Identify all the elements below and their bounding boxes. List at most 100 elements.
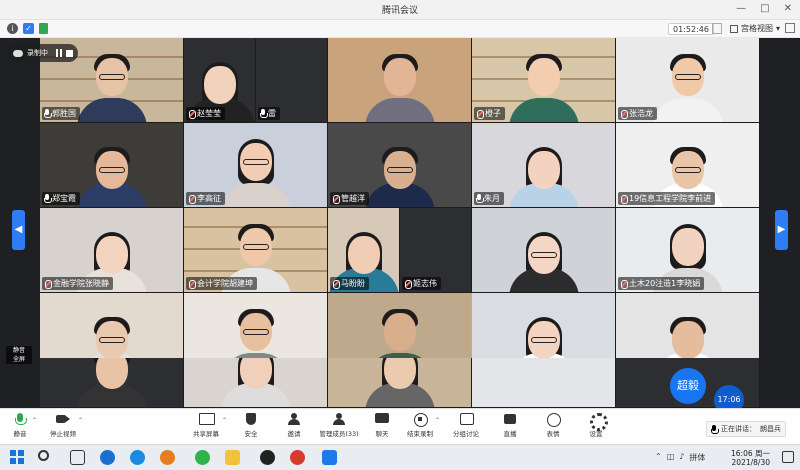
info-icon[interactable]: i (7, 23, 18, 34)
participant-tile[interactable]: 李高征 (184, 123, 328, 208)
participant-tile[interactable]: 管越洋 (328, 123, 472, 208)
quick-full-label[interactable]: 全屏 (6, 355, 32, 364)
recording-badge[interactable]: 录制中 (8, 44, 78, 62)
app-icon-1[interactable] (100, 450, 115, 465)
recording-label: 录制中 (27, 49, 48, 57)
video-options-icon[interactable]: ⌃ (78, 417, 83, 424)
tencent-meeting-icon[interactable] (322, 450, 337, 465)
participant-tile[interactable] (40, 358, 184, 408)
participant-avatar-bubble[interactable]: 超毅 (670, 368, 706, 404)
mic-muted-icon (44, 279, 52, 289)
participant-tile[interactable]: 会计学院胡建坤 (184, 208, 328, 293)
end-record-button[interactable]: 结束录制 (400, 413, 440, 438)
quick-controls[interactable]: 静音 全屏 (6, 346, 32, 364)
participant-tile[interactable] (184, 358, 328, 408)
screen-share-icon (199, 413, 215, 425)
close-button[interactable]: ✕ (784, 3, 792, 14)
invite-button[interactable]: 邀请 (274, 413, 314, 438)
app-icon-2[interactable] (160, 450, 175, 465)
qq-icon[interactable] (260, 450, 275, 465)
chat-button[interactable]: 聊天 (362, 413, 402, 438)
clock[interactable]: 16:06 周一 2021/8/30 (731, 449, 770, 467)
participant-tile[interactable] (328, 38, 472, 123)
mic-muted-icon (620, 194, 628, 204)
fullscreen-icon[interactable] (785, 23, 795, 33)
live-button[interactable]: 直播 (490, 413, 530, 438)
participant-tile[interactable]: 姬志伟 (400, 208, 472, 293)
input-method-label[interactable]: 拼体 (689, 452, 705, 463)
participant-name: 郭胜国 (52, 109, 76, 118)
folder-icon[interactable] (225, 450, 240, 465)
speaking-mic-icon (711, 424, 719, 434)
participant-tile[interactable]: 张浩龙 (616, 38, 760, 123)
minimize-button[interactable]: — (736, 3, 746, 14)
manage-members-button[interactable]: 管理成员(33) (314, 413, 364, 438)
task-view-icon[interactable] (70, 450, 85, 465)
participant-name: 李高征 (197, 194, 221, 203)
share-options-icon[interactable]: ⌃ (222, 417, 227, 424)
participant-nameplate: 19信息工程学院李前进 (618, 192, 716, 205)
participant-video (508, 52, 579, 122)
participant-tile[interactable]: 金融学院张晓静 (40, 208, 184, 293)
participant-tile[interactable]: 雷 (256, 38, 328, 123)
participant-tile[interactable]: 赵莹莹 (184, 38, 256, 123)
wechat-icon[interactable] (195, 450, 210, 465)
layout-switch-button[interactable]: 宫格视图 ▾ (730, 23, 780, 34)
search-icon[interactable] (38, 450, 49, 461)
participant-tile[interactable]: 19信息工程学院李前进 (616, 123, 760, 208)
participant-name: 管越洋 (341, 194, 365, 203)
participant-tile[interactable] (472, 208, 616, 293)
mic-muted-icon (620, 279, 628, 289)
self-view-bubble[interactable]: 17:06 (714, 385, 744, 408)
share-screen-button[interactable]: 共享屏幕 (186, 413, 226, 438)
expand-icon[interactable] (712, 23, 722, 34)
reactions-button[interactable]: 表情 (533, 413, 573, 438)
app-icon-3[interactable] (290, 450, 305, 465)
shield-icon[interactable]: ✓ (23, 23, 34, 34)
participant-tile[interactable]: 郑宝霞 (40, 123, 184, 208)
edge-icon[interactable] (130, 450, 145, 465)
security-label: 安全 (244, 430, 258, 438)
notification-icon[interactable] (782, 451, 794, 463)
start-button[interactable] (10, 450, 25, 465)
participant-tile[interactable]: 土木20注造1李晓娟 (616, 208, 760, 293)
share-screen-label: 共享屏幕 (193, 430, 219, 438)
security-button[interactable]: 安全 (231, 413, 271, 438)
mic-muted-icon (188, 194, 196, 204)
speaking-name: 朗昌兵 (760, 425, 781, 433)
window-controls: — □ ✕ (736, 3, 792, 14)
record-options-icon[interactable]: ⌃ (435, 417, 440, 424)
participant-nameplate: 土木20注造1李晓娟 (618, 277, 705, 290)
participant-video (220, 137, 291, 207)
video-grid: 郭胜国 赵莹莹 雷 橙子 张浩龙郑宝霞 李高征 管越洋 朱月 19信息工程学院李前进金融学院张晓… (0, 38, 800, 408)
meeting-toolbar: 静音 ⌃ 停止视频 ⌃ 共享屏幕 ⌃ 安全 邀请 管理成员(33) 聊天 结束录… (0, 408, 800, 444)
quick-mute-label[interactable]: 静音 (6, 346, 32, 355)
participant-tile[interactable] (328, 358, 472, 408)
maximize-button[interactable]: □ (760, 3, 769, 14)
participant-name: 会计学院胡建坤 (197, 279, 253, 288)
video-background (472, 358, 615, 407)
microphone-icon (476, 194, 484, 203)
settings-button[interactable]: 设置 (576, 413, 616, 438)
stop-icon[interactable] (66, 49, 73, 57)
meeting-info-bar: i ✓ 01:52:46 宫格视图 ▾ (0, 20, 800, 38)
speaking-indicator: 正在讲话： 朗昌兵 (706, 421, 786, 437)
participant-tile[interactable] (472, 358, 616, 408)
participant-nameplate: 朱月 (474, 192, 504, 205)
tray-volume-icon[interactable]: ♪ (679, 452, 684, 463)
tray-up-icon[interactable]: ⌃ (655, 452, 662, 463)
mute-options-icon[interactable]: ⌃ (32, 417, 37, 424)
stop-video-button[interactable]: 停止视频 (43, 413, 83, 438)
breakout-button[interactable]: 分组讨论 (446, 413, 486, 438)
tray-network-icon[interactable]: ◫ (667, 452, 675, 463)
participant-video (76, 358, 147, 407)
participant-video (652, 52, 723, 122)
pause-icon[interactable] (56, 49, 62, 57)
next-page-button[interactable]: ▶ (775, 210, 788, 250)
mic-muted-icon (332, 194, 340, 204)
participant-tile[interactable]: 朱月 (472, 123, 616, 208)
prev-page-button[interactable]: ◀ (12, 210, 25, 250)
os-taskbar: ⌃ ◫ ♪ 拼体 16:06 周一 2021/8/30 (0, 444, 800, 470)
participant-tile[interactable]: 马盼盼 (328, 208, 400, 293)
participant-tile[interactable]: 橙子 (472, 38, 616, 123)
